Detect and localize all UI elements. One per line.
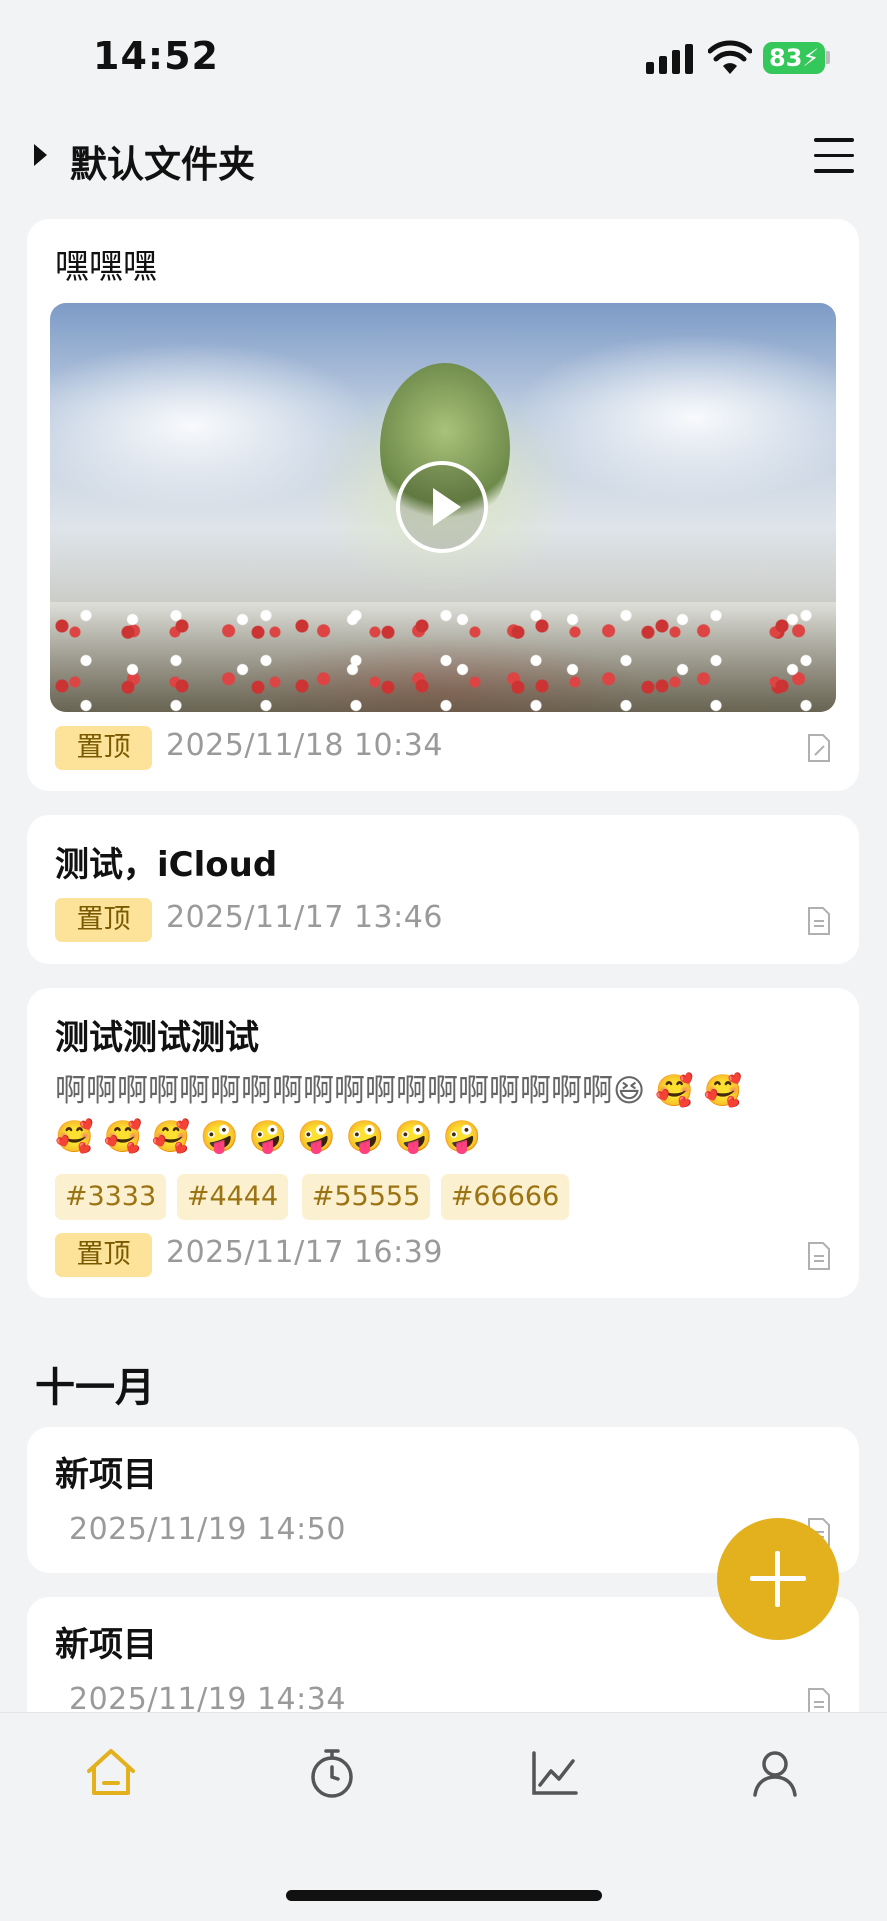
wifi-icon: [708, 40, 752, 74]
note-title: 测试测试测试: [55, 1018, 259, 1058]
tab-timer[interactable]: [302, 1743, 362, 1803]
note-date: 2025/11/19 14:50: [69, 1512, 346, 1547]
note-date: 2025/11/17 16:39: [166, 1235, 443, 1270]
status-time: 14:52: [93, 34, 219, 78]
tab-profile[interactable]: [745, 1743, 805, 1803]
tag-chip[interactable]: #4444: [177, 1174, 288, 1220]
note-card[interactable]: 测试，iCloud 置顶 2025/11/17 13:46: [27, 815, 859, 964]
tab-home[interactable]: [81, 1743, 141, 1803]
battery-cap: [826, 51, 830, 64]
note-card[interactable]: 测试测试测试 啊啊啊啊啊啊啊啊啊啊啊啊啊啊啊啊啊啊😆 🥰 🥰 🥰 🥰 🥰 🤪 🤪…: [27, 988, 859, 1298]
menu-line: [814, 138, 854, 142]
note-date: 2025/11/17 13:46: [166, 900, 443, 935]
cellular-signal-icon: [646, 44, 693, 74]
menu-line: [814, 153, 854, 157]
menu-button[interactable]: [814, 138, 854, 176]
note-card[interactable]: 嘿嘿嘿 置顶 2025/11/18 10:34: [27, 219, 859, 791]
battery-indicator: 83⚡: [763, 42, 825, 74]
timer-icon: [311, 1749, 353, 1798]
note-body-line: 🥰 🥰 🥰 🤪 🤪 🤪 🤪 🤪 🤪: [55, 1119, 482, 1155]
battery-level: 83: [769, 44, 803, 72]
tag-chip[interactable]: #66666: [441, 1174, 569, 1220]
chart-icon: [532, 1751, 578, 1795]
note-title: 测试，iCloud: [55, 845, 278, 885]
menu-line: [814, 169, 854, 173]
folder-title[interactable]: 默认文件夹: [70, 134, 255, 188]
note-title: 新项目: [55, 1455, 157, 1495]
video-scene-foreground: [50, 602, 836, 712]
document-icon[interactable]: [807, 1241, 831, 1271]
pinned-badge: 置顶: [55, 1233, 152, 1277]
document-icon[interactable]: [807, 906, 831, 936]
pinned-badge: 置顶: [55, 726, 152, 770]
pinned-badge: 置顶: [55, 898, 152, 942]
home-icon: [87, 1749, 135, 1795]
tag-chip[interactable]: #3333: [55, 1174, 166, 1220]
note-date: 2025/11/18 10:34: [166, 728, 443, 763]
video-thumbnail[interactable]: [50, 303, 836, 712]
note-body-line: 啊啊啊啊啊啊啊啊啊啊啊啊啊啊啊啊啊啊😆 🥰 🥰: [55, 1073, 743, 1109]
add-note-button[interactable]: [717, 1518, 839, 1640]
header: 默认文件夹: [0, 120, 887, 196]
home-indicator: [286, 1890, 602, 1901]
note-title: 新项目: [55, 1625, 157, 1665]
tab-stats[interactable]: [524, 1743, 584, 1803]
month-section-title: 十一月: [35, 1365, 155, 1411]
status-bar: 14:52 83⚡: [0, 0, 887, 110]
folder-expand-caret-icon[interactable]: [34, 144, 47, 166]
note-title: 嘿嘿嘿: [55, 247, 157, 287]
edit-document-icon[interactable]: [807, 733, 831, 763]
play-icon[interactable]: [395, 460, 489, 554]
profile-icon: [753, 1751, 797, 1797]
tag-chip[interactable]: #55555: [302, 1174, 430, 1220]
